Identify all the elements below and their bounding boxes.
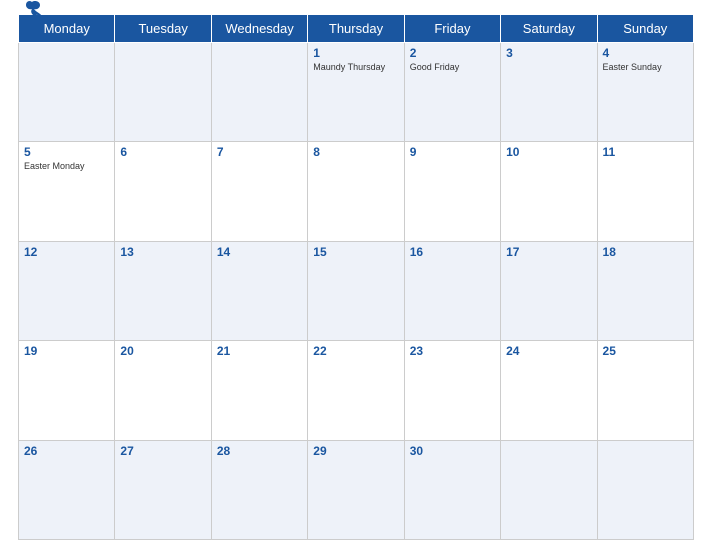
day-number: 4 [603,46,688,60]
calendar-cell: 12 [19,241,115,340]
calendar-cell: 26 [19,440,115,539]
day-number: 13 [120,245,205,259]
calendar-cell: 7 [211,142,307,241]
calendar-week-4: 19 20 21 22 23 24 25 [19,341,694,440]
calendar-cell: 3 [501,43,597,142]
day-number: 17 [506,245,591,259]
calendar-cell: 27 [115,440,211,539]
day-number: 11 [603,145,688,159]
calendar-cell: 6 [115,142,211,241]
calendar-cell: 9 [404,142,500,241]
calendar-cell: 23 [404,341,500,440]
calendar-cell: 10 [501,142,597,241]
calendar-cell: 20 [115,341,211,440]
day-number: 7 [217,145,302,159]
day-number: 21 [217,344,302,358]
calendar-week-5: 26 27 28 29 30 [19,440,694,539]
weekday-header-tuesday: Tuesday [115,15,211,43]
calendar-cell: 24 [501,341,597,440]
calendar-cell: 21 [211,341,307,440]
calendar-cell: 4 Easter Sunday [597,43,693,142]
day-number: 9 [410,145,495,159]
weekday-header-row: MondayTuesdayWednesdayThursdayFridaySatu… [19,15,694,43]
calendar-cell: 14 [211,241,307,340]
day-number: 23 [410,344,495,358]
day-number: 28 [217,444,302,458]
calendar-cell [597,440,693,539]
weekday-header-saturday: Saturday [501,15,597,43]
calendar-cell [19,43,115,142]
holiday-label: Maundy Thursday [313,62,398,73]
weekday-header-monday: Monday [19,15,115,43]
day-number: 27 [120,444,205,458]
day-number: 30 [410,444,495,458]
calendar-cell: 1 Maundy Thursday [308,43,404,142]
calendar-cell: 11 [597,142,693,241]
calendar-cell: 8 [308,142,404,241]
calendar-cell: 25 [597,341,693,440]
holiday-label: Easter Monday [24,161,109,172]
logo [18,2,42,18]
calendar-cell: 28 [211,440,307,539]
calendar-cell: 5 Easter Monday [19,142,115,241]
calendar-cell: 16 [404,241,500,340]
calendar-cell: 13 [115,241,211,340]
day-number: 26 [24,444,109,458]
day-number: 25 [603,344,688,358]
day-number: 14 [217,245,302,259]
day-number: 18 [603,245,688,259]
weekday-header-friday: Friday [404,15,500,43]
day-number: 12 [24,245,109,259]
calendar-cell: 22 [308,341,404,440]
calendar-cell: 19 [19,341,115,440]
weekday-header-wednesday: Wednesday [211,15,307,43]
day-number: 6 [120,145,205,159]
day-number: 16 [410,245,495,259]
calendar-cell: 30 [404,440,500,539]
day-number: 5 [24,145,109,159]
weekday-header-sunday: Sunday [597,15,693,43]
day-number: 29 [313,444,398,458]
weekday-header-thursday: Thursday [308,15,404,43]
calendar-week-3: 12 13 14 15 16 17 18 [19,241,694,340]
day-number: 8 [313,145,398,159]
calendar-week-1: 1 Maundy Thursday 2 Good Friday 34 Easter Sun… [19,43,694,142]
day-number: 2 [410,46,495,60]
day-number: 24 [506,344,591,358]
day-number: 15 [313,245,398,259]
calendar-cell: 29 [308,440,404,539]
holiday-label: Good Friday [410,62,495,73]
holiday-label: Easter Sunday [603,62,688,73]
calendar-cell [115,43,211,142]
calendar-cell: 15 [308,241,404,340]
logo-bird-icon [22,0,42,18]
day-number: 22 [313,344,398,358]
calendar-cell: 2 Good Friday [404,43,500,142]
calendar-cell: 17 [501,241,597,340]
day-number: 19 [24,344,109,358]
day-number: 20 [120,344,205,358]
calendar-cell: 18 [597,241,693,340]
calendar-week-2: 5 Easter Monday 6789 10 11 [19,142,694,241]
calendar-table: MondayTuesdayWednesdayThursdayFridaySatu… [18,14,694,540]
calendar-cell [211,43,307,142]
calendar-cell [501,440,597,539]
day-number: 3 [506,46,591,60]
day-number: 1 [313,46,398,60]
day-number: 10 [506,145,591,159]
